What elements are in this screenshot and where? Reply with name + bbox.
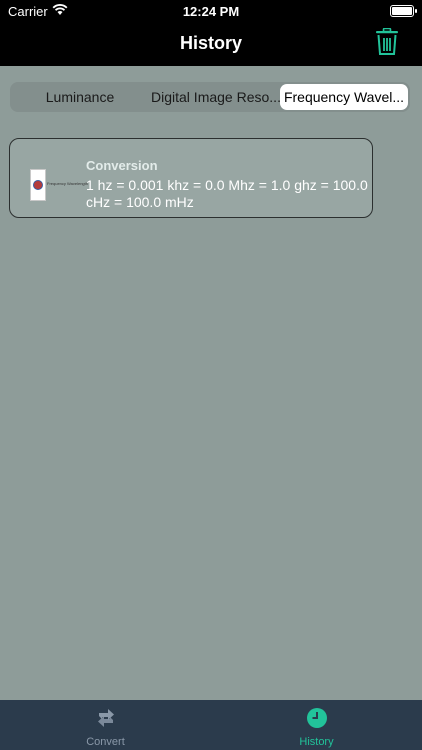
category-segmented-control: Luminance Digital Image Reso... Frequenc…: [10, 82, 410, 112]
tab-history[interactable]: History: [211, 700, 422, 750]
segment-frequency-wavelength[interactable]: Frequency Wavel...: [280, 84, 408, 110]
frequency-wavelength-thumbnail: [30, 169, 46, 201]
tab-history-label: History: [299, 736, 334, 748]
history-item-title: Conversion: [86, 158, 158, 173]
battery-icon: [390, 5, 417, 17]
status-time: 12:24 PM: [182, 4, 240, 19]
clock-icon: [307, 708, 327, 728]
history-item[interactable]: Frequency Wavelength Conversion 1 hz = 0…: [9, 138, 373, 218]
page-title: History: [179, 33, 242, 53]
tab-convert-label: Convert: [86, 736, 125, 748]
navigation-bar: Carrier 12:24 PM History: [0, 0, 422, 66]
thumbnail-caption: Frequency Wavelength: [47, 181, 88, 186]
trash-icon[interactable]: [374, 28, 400, 56]
history-item-result: 1 hz = 0.001 khz = 0.0 Mhz = 1.0 ghz = 1…: [86, 177, 368, 210]
tab-bar: Convert History: [0, 700, 422, 750]
segment-digital-image-resolution[interactable]: Digital Image Reso...: [148, 84, 284, 110]
logo-circle-icon: [33, 180, 43, 190]
segment-luminance[interactable]: Luminance: [14, 84, 146, 110]
tab-convert[interactable]: Convert: [0, 700, 211, 750]
convert-icon: [98, 709, 114, 727]
status-bar: Carrier 12:24 PM: [0, 0, 422, 22]
